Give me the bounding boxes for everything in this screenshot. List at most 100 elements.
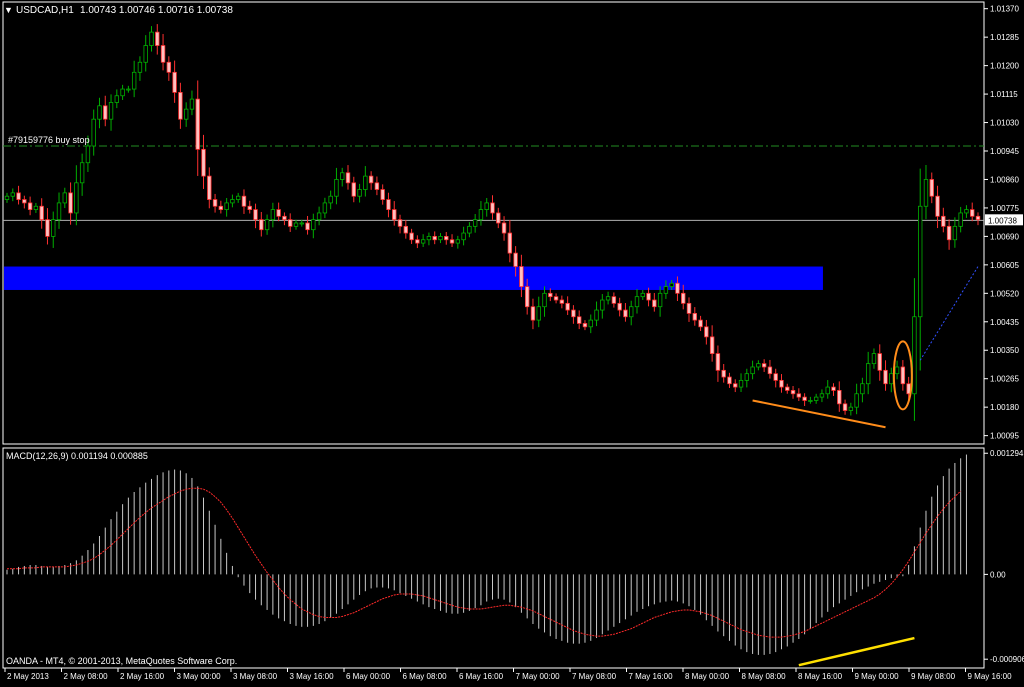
- candle: [143, 35, 148, 72]
- chart-canvas[interactable]: 1.01370 1.01285 1.01200 1.01115 1.01030 1.009…: [0, 0, 1024, 682]
- support-zone[interactable]: [4, 266, 823, 290]
- candle: [750, 360, 755, 380]
- candle-body: [10, 192, 15, 197]
- candle-body: [941, 215, 946, 227]
- time-tick-label: 7 May 08:00: [572, 672, 617, 681]
- candle: [108, 94, 114, 131]
- candle: [218, 200, 224, 214]
- macd-divergence-trendline[interactable]: [798, 636, 915, 667]
- candle: [270, 202, 276, 228]
- candle-body: [415, 239, 420, 244]
- candle: [363, 166, 368, 197]
- chart-title: USDCAD,H1: [16, 5, 74, 16]
- candle-body: [224, 202, 229, 211]
- current-price-label: 1.00738: [988, 216, 1017, 225]
- macd-title: MACD(12,26,9) 0.001194 0.000885: [6, 451, 148, 461]
- candle: [259, 211, 264, 237]
- pending-order-label[interactable]: #79159776 buy stop: [8, 135, 90, 145]
- candle: [600, 294, 605, 319]
- candle: [45, 208, 50, 245]
- candle-body: [126, 88, 131, 91]
- price-tick-label: 1.00095: [990, 432, 1019, 441]
- price-tick-label: 1.00180: [990, 403, 1019, 412]
- price-pane[interactable]: 1.01370 1.01285 1.01200 1.01115 1.01030 1.009…: [2, 1, 1023, 445]
- candle-body: [790, 390, 796, 395]
- chart-window[interactable]: 1.01370 1.01285 1.01200 1.01115 1.01030 1.009…: [0, 0, 1024, 682]
- time-tick-label: 3 May 00:00: [177, 672, 222, 681]
- macd-axis: 0.001294 0.00 -0.000906: [984, 449, 1024, 664]
- candle: [68, 182, 73, 225]
- time-axis: 2 May 2013 2 May 08:00 2 May 16:00 3 May 00…: [4, 668, 1013, 681]
- candle-body: [657, 292, 663, 308]
- candle-body: [432, 235, 437, 241]
- macd-pane[interactable]: 0.001294 0.00 -0.000906: [2, 447, 1024, 669]
- candle-body: [629, 306, 634, 318]
- candle-body: [293, 222, 299, 227]
- candle: [958, 206, 963, 233]
- candle: [276, 202, 281, 222]
- candle-body: [282, 215, 287, 221]
- candle: [56, 192, 62, 229]
- candle: [62, 187, 67, 209]
- candle-body: [39, 205, 44, 221]
- candle-body: [542, 292, 547, 308]
- candle-body: [524, 286, 530, 308]
- candle-body: [634, 296, 640, 308]
- candle: [39, 198, 44, 229]
- dotted-trendline[interactable]: [919, 266, 979, 361]
- candle-body: [819, 393, 825, 398]
- candle: [871, 348, 877, 369]
- time-tick-label: 6 May 00:00: [346, 672, 391, 681]
- candle-body: [218, 205, 224, 211]
- candle-body: [536, 306, 541, 321]
- price-tick-label: 1.00605: [990, 261, 1019, 270]
- candle: [831, 383, 836, 396]
- candle-body: [975, 215, 981, 221]
- price-tick-label: 1.01200: [990, 62, 1019, 71]
- candle-body: [842, 403, 848, 411]
- candle: [744, 368, 750, 388]
- candle-body: [264, 219, 270, 231]
- candle: [137, 56, 143, 81]
- triangle-down-icon[interactable]: ▼: [4, 5, 13, 15]
- candle: [224, 197, 229, 217]
- candle: [16, 185, 21, 205]
- candle: [328, 190, 333, 210]
- candle-body: [605, 296, 611, 301]
- candle: [657, 286, 663, 317]
- candle-body: [299, 222, 304, 225]
- candle: [935, 185, 940, 229]
- candle: [941, 207, 946, 233]
- candle-body: [74, 182, 79, 214]
- candle-body: [854, 393, 859, 408]
- macd-tick-label: 0.00: [990, 570, 1006, 579]
- candle: [420, 234, 426, 247]
- candle-body: [698, 319, 703, 328]
- price-tick-label: 1.00350: [990, 346, 1019, 355]
- candle-body: [709, 336, 715, 354]
- divergence-trendline[interactable]: [752, 399, 886, 429]
- candle: [837, 381, 842, 412]
- candle-body: [426, 235, 432, 241]
- time-tick-label: 2 May 16:00: [120, 672, 165, 681]
- candle: [247, 200, 252, 214]
- price-pane-frame: [2, 1, 985, 445]
- candle-body: [756, 363, 761, 368]
- candle-body: [565, 302, 570, 311]
- candle-body: [172, 71, 177, 93]
- candle-body: [681, 292, 686, 304]
- price-tick-label: 1.01370: [990, 5, 1019, 14]
- time-tick-label: 9 May 16:00: [968, 672, 1013, 681]
- candle: [571, 305, 576, 324]
- candle-body: [62, 192, 67, 204]
- candle: [212, 193, 218, 213]
- candle: [865, 351, 871, 395]
- candle-body: [392, 209, 397, 221]
- candle-body: [374, 182, 380, 190]
- candle: [860, 377, 865, 403]
- candle: [970, 202, 975, 222]
- candle: [842, 399, 848, 415]
- candle-body: [22, 199, 27, 204]
- candle-body: [970, 209, 975, 217]
- candle: [103, 95, 108, 127]
